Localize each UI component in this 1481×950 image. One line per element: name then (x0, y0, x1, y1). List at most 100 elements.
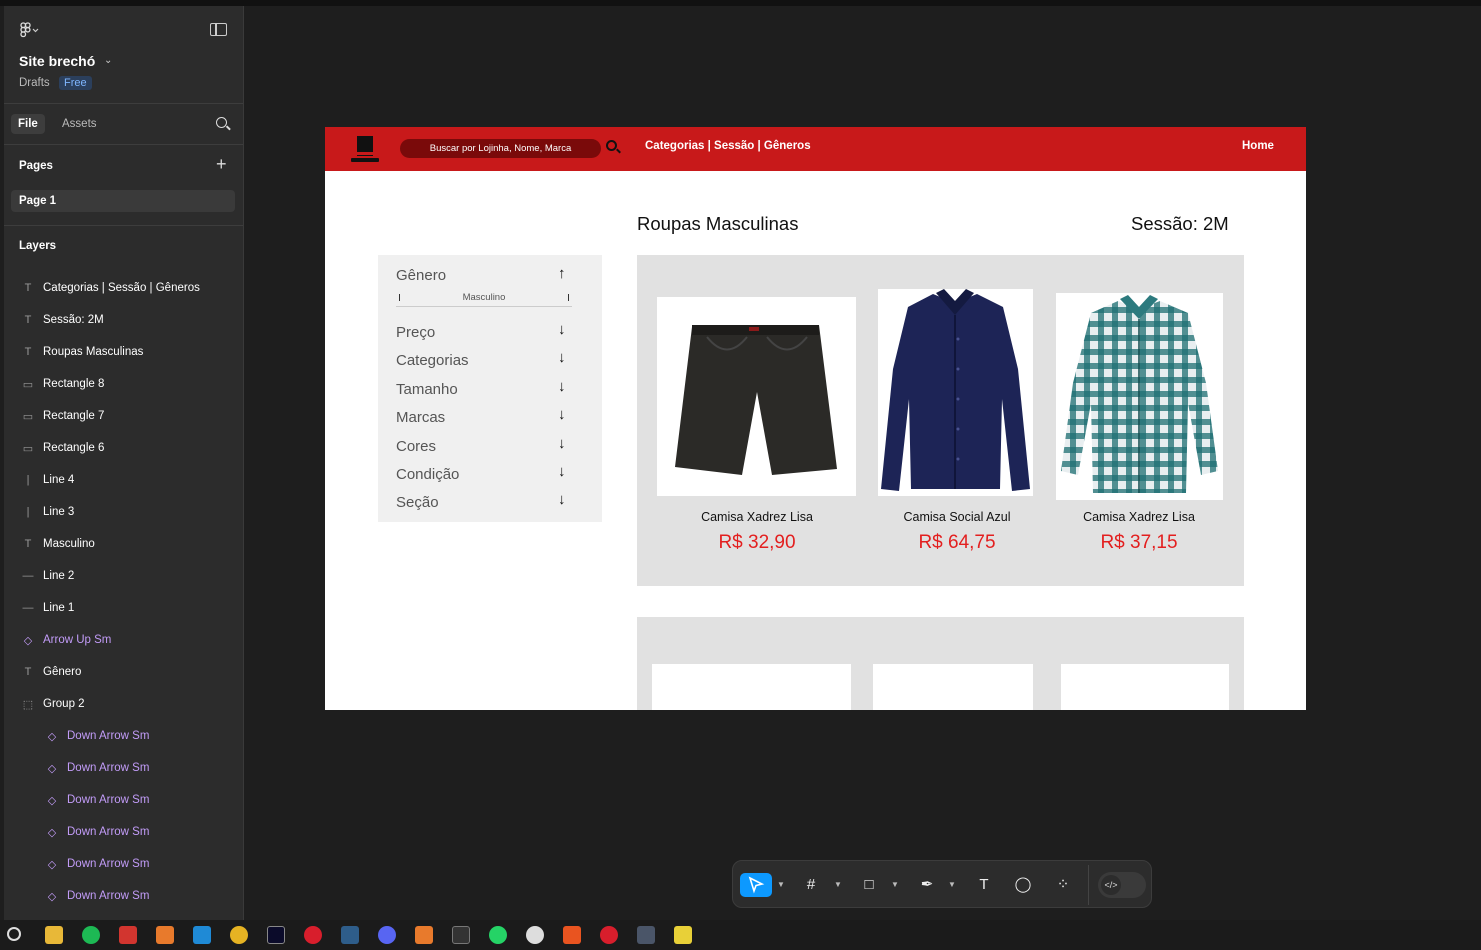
layer-label: Sessão: 2M (43, 314, 104, 326)
layer-item[interactable]: T Gênero (4, 656, 243, 688)
layer-item[interactable]: ◇ Down Arrow Sm (4, 752, 243, 784)
layer-label: Rectangle 7 (43, 410, 105, 422)
ubuntu-icon[interactable] (563, 926, 581, 944)
toggle-sidebar-icon[interactable] (210, 23, 227, 36)
product-name-2[interactable]: Camisa Social Azul (867, 510, 1047, 524)
layer-item[interactable]: T Categorias | Sessão | Gêneros (4, 272, 243, 304)
layer-item[interactable]: ▭ Rectangle 8 (4, 368, 243, 400)
chevron-down-icon[interactable]: ▼ (891, 873, 899, 897)
down-arrow-icon[interactable]: ↓ (558, 435, 566, 452)
layer-item[interactable]: — Line 2 (4, 560, 243, 592)
terminal-icon[interactable] (452, 926, 470, 944)
search-icon[interactable] (7, 927, 21, 941)
product-image-shorts[interactable] (657, 297, 856, 496)
layer-item[interactable]: ⬚ Group 2 (4, 688, 243, 720)
layer-item[interactable]: ◇ Down Arrow Sm (4, 720, 243, 752)
notepad-icon[interactable] (674, 926, 692, 944)
chrome-icon[interactable] (230, 926, 248, 944)
phpstorm-icon[interactable] (267, 926, 285, 944)
filter-genero[interactable]: Gênero (396, 267, 446, 284)
tab-file[interactable]: File (11, 114, 45, 134)
chevron-down-icon[interactable]: ▼ (834, 873, 842, 897)
dev-mode-toggle[interactable]: </> (1098, 872, 1146, 898)
vscode-icon[interactable] (193, 926, 211, 944)
filter-item[interactable]: Tamanho (396, 381, 458, 398)
layer-label: Masculino (43, 538, 95, 550)
down-arrow-icon[interactable]: ↓ (558, 406, 566, 423)
add-page-icon[interactable]: + (216, 154, 227, 175)
filter-item[interactable]: Condição (396, 466, 459, 483)
opera-icon[interactable] (304, 926, 322, 944)
layer-item[interactable]: ▭ Rectangle 6 (4, 432, 243, 464)
layer-item[interactable]: | Line 4 (4, 464, 243, 496)
site-search-input[interactable]: Buscar por Lojinha, Nome, Marca (400, 139, 601, 158)
figma-logo-icon (20, 22, 39, 38)
layer-item[interactable]: ◇ Arrow Up Sm (4, 624, 243, 656)
spotify-icon[interactable] (82, 926, 100, 944)
mysql-workbench-icon[interactable] (341, 926, 359, 944)
home-link[interactable]: Home (1242, 140, 1274, 152)
layer-item[interactable]: T Roupas Masculinas (4, 336, 243, 368)
xampp-icon-2[interactable] (415, 926, 433, 944)
shape-layer-icon: ▭ (22, 442, 34, 455)
comment-tool-icon[interactable]: ◯ (1011, 873, 1035, 897)
site-search-icon[interactable] (606, 140, 617, 151)
layer-item[interactable]: ◇ Down Arrow Sm (4, 784, 243, 816)
down-arrow-icon[interactable]: ↓ (558, 463, 566, 480)
product-placeholder[interactable] (652, 664, 851, 710)
down-arrow-icon[interactable]: ↓ (558, 321, 566, 338)
product-name-3[interactable]: Camisa Xadrez Lisa (1049, 510, 1229, 524)
layer-item[interactable]: ▭ Rectangle 7 (4, 400, 243, 432)
arrow-up-icon[interactable]: ↑ (558, 265, 566, 282)
design-frame[interactable]: Buscar por Lojinha, Nome, Marca Categori… (325, 127, 1306, 710)
filter-item[interactable]: Seção (396, 494, 439, 511)
layer-item[interactable]: | Line 3 (4, 496, 243, 528)
tab-assets[interactable]: Assets (55, 114, 104, 134)
move-tool-button[interactable] (740, 873, 772, 897)
product-placeholder[interactable] (873, 664, 1033, 710)
product-image-plaid-shirt[interactable] (1056, 293, 1223, 500)
figma-menu-button[interactable] (20, 22, 40, 41)
media-app-icon[interactable] (119, 926, 137, 944)
calculator-icon[interactable] (637, 926, 655, 944)
actions-tool-icon[interactable]: ⁘ (1051, 873, 1075, 897)
text-tool-icon[interactable]: T (972, 873, 996, 897)
pen-tool-icon[interactable]: ✒ (915, 873, 939, 897)
product-image-navy-shirt[interactable] (878, 289, 1033, 496)
product-name-1[interactable]: Camisa Xadrez Lisa (667, 510, 847, 524)
layer-item[interactable]: ◇ Down Arrow Sm (4, 880, 243, 912)
product-placeholder[interactable] (1061, 664, 1229, 710)
layer-label: Line 1 (43, 602, 75, 614)
layer-item[interactable]: ◇ Down Arrow Sm (4, 816, 243, 848)
frame-tool-icon[interactable]: # (799, 873, 823, 897)
xampp-icon[interactable] (156, 926, 174, 944)
layer-item[interactable]: — Line 1 (4, 592, 243, 624)
layer-item[interactable]: T Sessão: 2M (4, 304, 243, 336)
drafts-label[interactable]: Drafts (19, 77, 50, 89)
discord-icon[interactable] (378, 926, 396, 944)
layer-item[interactable]: ◇ Down Arrow Sm (4, 848, 243, 880)
nav-links[interactable]: Categorias | Sessão | Gêneros (645, 140, 811, 152)
app-red-icon[interactable] (600, 926, 618, 944)
search-icon[interactable] (216, 117, 227, 128)
filter-item[interactable]: Cores (396, 438, 436, 455)
down-arrow-icon[interactable]: ↓ (558, 349, 566, 366)
down-arrow-icon[interactable]: ↓ (558, 378, 566, 395)
page-item[interactable]: Page 1 (11, 190, 235, 212)
filter-item[interactable]: Marcas (396, 409, 445, 426)
chevron-down-icon[interactable]: ▼ (777, 873, 785, 897)
filter-item[interactable]: Categorias (396, 352, 469, 369)
project-name[interactable]: Site brechó (19, 53, 95, 69)
chevron-down-icon[interactable]: ▼ (948, 873, 956, 897)
rectangle-tool-icon[interactable]: □ (857, 873, 881, 897)
pages-section: Pages + Page 1 (4, 145, 243, 226)
sidebar-tabs: File Assets (4, 104, 243, 145)
filter-item[interactable]: Preço (396, 324, 435, 341)
down-arrow-icon[interactable]: ↓ (558, 491, 566, 508)
app-x-icon[interactable] (526, 926, 544, 944)
whatsapp-icon[interactable] (489, 926, 507, 944)
layer-item[interactable]: T Masculino (4, 528, 243, 560)
file-explorer-icon[interactable] (45, 926, 63, 944)
shape-layer-icon: | (26, 506, 30, 518)
chevron-down-icon[interactable]: ⌄ (104, 55, 112, 66)
